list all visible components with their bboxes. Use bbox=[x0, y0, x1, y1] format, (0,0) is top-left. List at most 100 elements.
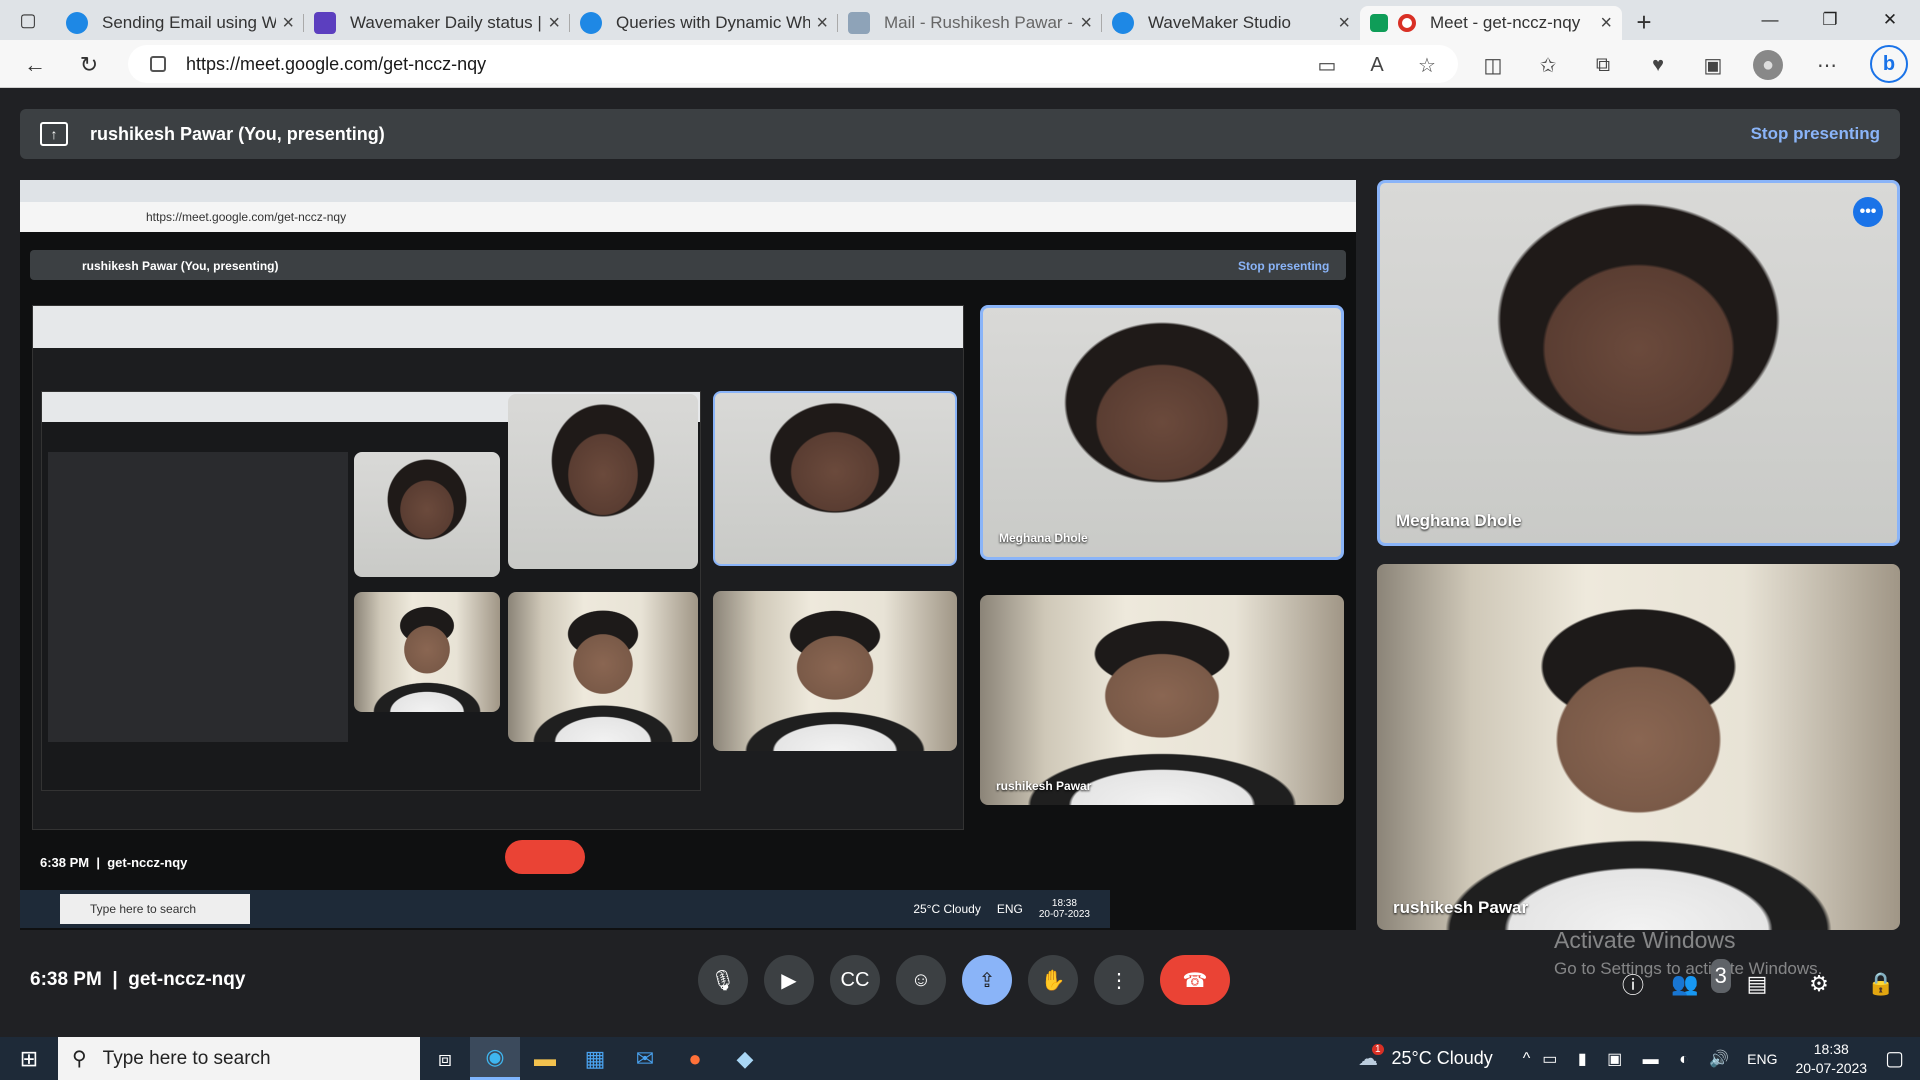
minimize-icon[interactable]: — bbox=[1740, 0, 1800, 40]
nested-chrome bbox=[33, 306, 963, 348]
tab-wavemaker-status[interactable]: Wavemaker Daily status | M × bbox=[304, 6, 570, 40]
more-menu-icon[interactable]: ⋯ bbox=[1812, 50, 1842, 80]
language-indicator[interactable]: ENG bbox=[1747, 1051, 1777, 1067]
tab-mail[interactable]: Mail - Rushikesh Pawar - Ou× bbox=[838, 6, 1102, 40]
file-explorer-icon[interactable]: ▬ bbox=[520, 1037, 570, 1080]
collections-icon[interactable]: ⧉ bbox=[1588, 50, 1618, 80]
nested-date: 20-07-2023 bbox=[1038, 909, 1090, 920]
tab-meet[interactable]: Meet - get-nccz-nqy × bbox=[1360, 6, 1622, 40]
split-screen-icon[interactable]: ◫ bbox=[1478, 50, 1508, 80]
nested-tile bbox=[354, 452, 500, 577]
side-controls: ⓘ 👥 3 ▤ ⚙ 🔒 bbox=[1616, 959, 1898, 1001]
close-tab-icon[interactable]: × bbox=[548, 12, 560, 35]
presenting-label: rushikesh Pawar (You, presenting) bbox=[90, 123, 385, 144]
meeting-code: get-nccz-nqy bbox=[128, 969, 246, 990]
system-tray: ☁ 1 25°C Cloudy ^ ▭ ▮ ▣ ▬ ◐ 🔊 ENG 18:38 2… bbox=[1358, 1037, 1920, 1080]
store-icon[interactable]: ▦ bbox=[570, 1037, 620, 1080]
close-tab-icon[interactable]: × bbox=[1080, 12, 1092, 35]
refresh-icon[interactable]: ↻ bbox=[72, 48, 106, 82]
tab-queries[interactable]: Queries with Dynamic Wher × bbox=[570, 6, 838, 40]
participant-tile-rushikesh[interactable]: rushikesh Pawar bbox=[1377, 564, 1900, 930]
activate-windows-title: Activate Windows bbox=[1554, 927, 1736, 953]
nested-screen-level4 bbox=[48, 452, 348, 742]
tab-sending-email[interactable]: Sending Email using WaveM× bbox=[56, 6, 304, 40]
nested-search: Type here to search bbox=[60, 894, 250, 924]
read-aloud-icon[interactable]: A bbox=[1362, 50, 1392, 80]
nested-tile bbox=[508, 394, 698, 569]
url-text: https://meet.google.com/get-nccz-nqy bbox=[186, 53, 487, 74]
edge-favicon-icon bbox=[66, 12, 88, 34]
microphone-icon[interactable]: 🎙 bbox=[698, 955, 748, 1005]
back-icon[interactable]: ← bbox=[18, 48, 52, 82]
people-icon[interactable]: 👥 3 bbox=[1671, 959, 1731, 1001]
emoji-icon[interactable]: ☺ bbox=[896, 955, 946, 1005]
nested-lang: ENG bbox=[996, 902, 1023, 916]
close-tab-icon[interactable]: × bbox=[816, 12, 828, 35]
favorite-star-icon[interactable]: ☆ bbox=[1412, 50, 1442, 80]
present-screen-icon: ↑ bbox=[40, 122, 68, 146]
profile-avatar[interactable]: ● bbox=[1753, 50, 1783, 80]
address-bar[interactable]: https://meet.google.com/get-nccz-nqy bbox=[128, 45, 1458, 83]
present-now-icon[interactable]: ⇪ bbox=[962, 955, 1012, 1005]
teams-favicon-icon bbox=[314, 12, 336, 34]
edge-taskbar-icon[interactable]: ◉ bbox=[470, 1037, 520, 1080]
recording-icon bbox=[1398, 14, 1416, 32]
close-tab-icon[interactable]: × bbox=[282, 12, 294, 35]
tray-icons[interactable]: ▭ ▮ ▣ ▬ ◐ 🔊 bbox=[1542, 1049, 1737, 1069]
close-window-icon[interactable]: ✕ bbox=[1860, 0, 1920, 40]
participant-name: rushikesh Pawar bbox=[1393, 898, 1529, 917]
task-view-icon[interactable]: ⧈ bbox=[420, 1037, 470, 1080]
clock-time: 18:38 bbox=[1813, 1040, 1849, 1057]
nested-tile bbox=[354, 592, 500, 712]
nested-tile-rushikesh: rushikesh Pawar bbox=[980, 595, 1344, 805]
close-tab-icon[interactable]: × bbox=[1338, 12, 1350, 35]
address-toolbar: ← ↻ https://meet.google.com/get-nccz-nqy… bbox=[0, 40, 1920, 88]
tab-actions-icon[interactable]: ▢ bbox=[0, 0, 56, 40]
taskbar-search[interactable]: ⚲ Type here to search bbox=[58, 1037, 420, 1080]
call-controls: 🎙 ▶ CC ☺ ⇪ ✋ ⋮ ☎ bbox=[698, 955, 1230, 1005]
weather-text[interactable]: 25°C Cloudy bbox=[1392, 1048, 1493, 1069]
new-tab-button[interactable]: + bbox=[1622, 7, 1666, 38]
favorites-icon[interactable]: ✩ bbox=[1533, 50, 1563, 80]
tray-chevron-icon[interactable]: ^ bbox=[1523, 1050, 1531, 1068]
host-controls-icon[interactable]: 🔒 bbox=[1864, 967, 1898, 1001]
edge-favicon-icon bbox=[1112, 12, 1134, 34]
app-icon[interactable]: ◆ bbox=[720, 1037, 770, 1080]
presenting-bar: ↑ rushikesh Pawar (You, presenting) Stop… bbox=[20, 109, 1900, 159]
bing-chat-icon[interactable]: b bbox=[1870, 45, 1908, 83]
nested-taskbar: Type here to search 25°C Cloudy ENG 18:3… bbox=[20, 890, 1110, 928]
nested-time: 18:38 bbox=[1051, 898, 1077, 909]
firefox-icon[interactable]: ● bbox=[670, 1037, 720, 1080]
people-count-badge: 3 bbox=[1710, 959, 1731, 993]
close-tab-icon[interactable]: × bbox=[1600, 12, 1612, 35]
end-call-icon[interactable]: ☎ bbox=[1160, 955, 1230, 1005]
clock[interactable]: 18:38 20-07-2023 bbox=[1795, 1040, 1867, 1078]
outlook-favicon-icon bbox=[848, 12, 870, 34]
nested-end-call bbox=[505, 840, 585, 874]
camera-icon[interactable]: ▭ bbox=[1312, 50, 1342, 80]
chat-icon[interactable]: ▤ bbox=[1740, 967, 1774, 1001]
stop-presenting-button[interactable]: Stop presenting bbox=[1751, 124, 1880, 144]
nested-stop-presenting: Stop presenting bbox=[1238, 259, 1330, 273]
raise-hand-icon[interactable]: ✋ bbox=[1028, 955, 1078, 1005]
extension-icon[interactable]: ♥ bbox=[1643, 50, 1673, 80]
more-options-icon[interactable]: ••• bbox=[1853, 197, 1883, 227]
windows-start-icon[interactable]: ⊞ bbox=[0, 1037, 58, 1080]
activities-icon[interactable]: ⚙ bbox=[1802, 967, 1836, 1001]
maximize-icon[interactable]: ❐ bbox=[1800, 0, 1860, 40]
camera-icon[interactable]: ▶ bbox=[764, 955, 814, 1005]
nested-tile bbox=[713, 391, 957, 566]
more-options-icon[interactable]: ⋮ bbox=[1094, 955, 1144, 1005]
tab-wavemaker-studio[interactable]: WaveMaker Studio × bbox=[1102, 6, 1360, 40]
tab-strip: ▢ Sending Email using WaveM× Wavemaker D… bbox=[0, 0, 1920, 40]
mail-icon[interactable]: ✉ bbox=[620, 1037, 670, 1080]
meeting-details-icon[interactable]: ⓘ bbox=[1616, 967, 1650, 1001]
search-placeholder: Type here to search bbox=[102, 1047, 271, 1069]
extension-disabled-icon[interactable]: ▣ bbox=[1698, 50, 1728, 80]
notifications-icon[interactable]: ▢ bbox=[1885, 1046, 1904, 1071]
lock-icon bbox=[150, 56, 166, 72]
clock-date: 20-07-2023 bbox=[1795, 1059, 1868, 1076]
participant-tile-meghana[interactable]: ••• Meghana Dhole bbox=[1377, 180, 1900, 546]
windows-taskbar: ⊞ ⚲ Type here to search ⧈ ◉ ▬ ▦ ✉ ● ◆ ☁ … bbox=[0, 1037, 1920, 1080]
captions-icon[interactable]: CC bbox=[830, 955, 880, 1005]
